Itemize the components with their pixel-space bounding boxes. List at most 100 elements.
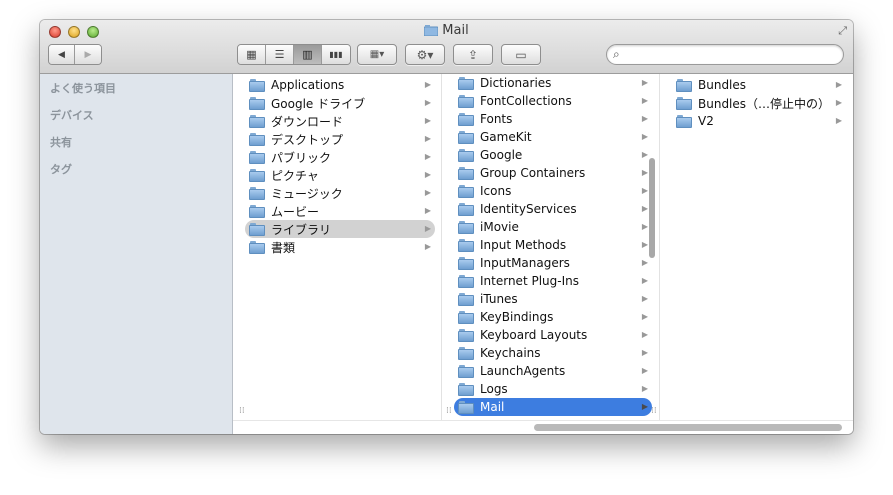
folder-label: V2 — [698, 114, 714, 128]
disclosure-arrow-icon: ▶ — [641, 312, 648, 321]
disclosure-arrow-icon: ▶ — [641, 276, 648, 285]
folder-row[interactable]: ライブラリ ▶ — [245, 220, 435, 238]
column-resize-handle[interactable]: ⁞⁞ — [651, 406, 657, 416]
folder-row[interactable]: Input Methods ▶ — [454, 236, 652, 254]
search-input[interactable] — [629, 47, 834, 62]
downloads-folder-icon — [249, 114, 265, 128]
disclosure-arrow-icon: ▶ — [641, 240, 648, 249]
folder-row[interactable]: Icons ▶ — [454, 182, 652, 200]
folder-row[interactable]: FontCollections ▶ — [454, 92, 652, 110]
sidebar-heading-shared[interactable]: 共有 — [50, 134, 72, 150]
column-resize-handle[interactable]: ⁞⁞ — [446, 406, 452, 416]
folder-icon — [458, 76, 474, 90]
folder-icon — [458, 274, 474, 288]
folder-icon — [458, 328, 474, 342]
tags-button[interactable]: ▭ — [501, 44, 541, 65]
folder-label: KeyBindings — [480, 310, 554, 324]
folder-label: LaunchAgents — [480, 364, 566, 378]
folder-icon — [458, 364, 474, 378]
folder-row[interactable]: GameKit ▶ — [454, 128, 652, 146]
disclosure-arrow-icon: ▶ — [835, 80, 842, 89]
folder-label: Google — [480, 148, 523, 162]
folder-label: Group Containers — [480, 166, 586, 180]
folder-label: パブリック — [271, 150, 332, 165]
disclosure-arrow-icon: ▶ — [835, 116, 842, 125]
folder-icon — [676, 114, 692, 128]
sidebar-heading-devices[interactable]: デバイス — [50, 107, 94, 123]
folder-row[interactable]: Group Containers ▶ — [454, 164, 652, 182]
folder-row[interactable]: Applications ▶ — [245, 76, 435, 94]
column-view-button[interactable]: ▥ — [294, 45, 322, 64]
folder-row[interactable]: Keyboard Layouts ▶ — [454, 326, 652, 344]
search-field[interactable]: ⌕ — [606, 44, 844, 65]
icon-view-button[interactable]: ▦ — [238, 45, 266, 64]
folder-row[interactable]: 書類 ▶ — [245, 238, 435, 256]
folder-row[interactable]: ミュージック ▶ — [245, 184, 435, 202]
sidebar-heading-favorites[interactable]: よく使う項目 — [50, 80, 116, 96]
folder-label: Applications — [271, 78, 345, 92]
horizontal-scrollbar[interactable] — [534, 424, 842, 431]
folder-row[interactable]: ピクチャ ▶ — [245, 166, 435, 184]
forward-button[interactable]: ▶ — [75, 45, 101, 64]
folder-row[interactable]: Bundles ▶ — [672, 76, 846, 94]
folder-icon — [676, 96, 692, 110]
titlebar: Mail ⤢ ◀ ▶ ▦ ☰ ▥ ▮▮▮ ▦▾ ⚙▾ ⇪ ▭ ⌕ — [40, 20, 853, 74]
folder-row[interactable]: ムービー ▶ — [245, 202, 435, 220]
folder-label: ミュージック — [271, 186, 343, 201]
disclosure-arrow-icon: ▶ — [835, 98, 842, 107]
folder-icon — [458, 346, 474, 360]
folder-icon — [423, 25, 439, 40]
folder-row[interactable]: パブリック ▶ — [245, 148, 435, 166]
fullscreen-icon[interactable]: ⤢ — [838, 24, 847, 38]
folder-row[interactable]: iMovie ▶ — [454, 218, 652, 236]
folder-row[interactable]: IdentityServices ▶ — [454, 200, 652, 218]
folder-row[interactable]: Fonts ▶ — [454, 110, 652, 128]
back-forward-control: ◀ ▶ — [48, 44, 102, 65]
folder-row[interactable]: ダウンロード ▶ — [245, 112, 435, 130]
folder-row[interactable]: InputManagers ▶ — [454, 254, 652, 272]
folder-label: Bundles（…停止中の） — [698, 96, 831, 111]
share-button[interactable]: ⇪ — [453, 44, 493, 65]
disclosure-arrow-icon: ▶ — [641, 168, 648, 177]
folder-row[interactable]: Mail ▶ — [454, 398, 652, 416]
column-library-scrollbar[interactable] — [649, 158, 655, 258]
folder-row[interactable]: Keychains ▶ — [454, 344, 652, 362]
column-resize-handle[interactable]: ⁞⁞ — [239, 406, 245, 416]
folder-row[interactable]: V2 ▶ — [672, 112, 846, 130]
folder-label: Dictionaries — [480, 76, 552, 90]
folder-icon — [458, 94, 474, 108]
folder-row[interactable]: Google ▶ — [454, 146, 652, 164]
window-title: Mail — [40, 23, 853, 40]
folder-icon — [458, 148, 474, 162]
folder-label: Keychains — [480, 346, 541, 360]
folder-row[interactable]: iTunes ▶ — [454, 290, 652, 308]
folder-row[interactable]: Google ドライブ ▶ — [245, 94, 435, 112]
folder-row[interactable]: Internet Plug-Ins ▶ — [454, 272, 652, 290]
action-button[interactable]: ⚙▾ — [405, 44, 445, 65]
folder-row[interactable]: Logs ▶ — [454, 380, 652, 398]
folder-row[interactable]: Dictionaries ▶ — [454, 74, 652, 92]
folder-label: Icons — [480, 184, 512, 198]
folder-icon — [458, 382, 474, 396]
folder-icon — [458, 292, 474, 306]
folder-label: ピクチャ — [271, 168, 319, 183]
back-button[interactable]: ◀ — [49, 45, 75, 64]
folder-row[interactable]: Bundles（…停止中の） ▶ — [672, 94, 846, 112]
sidebar-heading-tags[interactable]: タグ — [50, 161, 72, 177]
folder-icon — [676, 78, 692, 92]
folder-icon — [458, 112, 474, 126]
arrange-button[interactable]: ▦▾ — [357, 44, 397, 65]
folder-row[interactable]: デスクトップ ▶ — [245, 130, 435, 148]
folder-row[interactable]: KeyBindings ▶ — [454, 308, 652, 326]
list-view-button[interactable]: ☰ — [266, 45, 294, 64]
applications-folder-icon — [249, 78, 265, 92]
documents-folder-icon — [249, 240, 265, 254]
view-mode-control: ▦ ☰ ▥ ▮▮▮ — [237, 44, 351, 65]
disclosure-arrow-icon: ▶ — [424, 98, 431, 107]
pictures-folder-icon — [249, 168, 265, 182]
disclosure-arrow-icon: ▶ — [424, 80, 431, 89]
folder-label: GameKit — [480, 130, 532, 144]
folder-row[interactable]: LaunchAgents ▶ — [454, 362, 652, 380]
coverflow-view-button[interactable]: ▮▮▮ — [322, 45, 350, 64]
folder-label: Fonts — [480, 112, 513, 126]
